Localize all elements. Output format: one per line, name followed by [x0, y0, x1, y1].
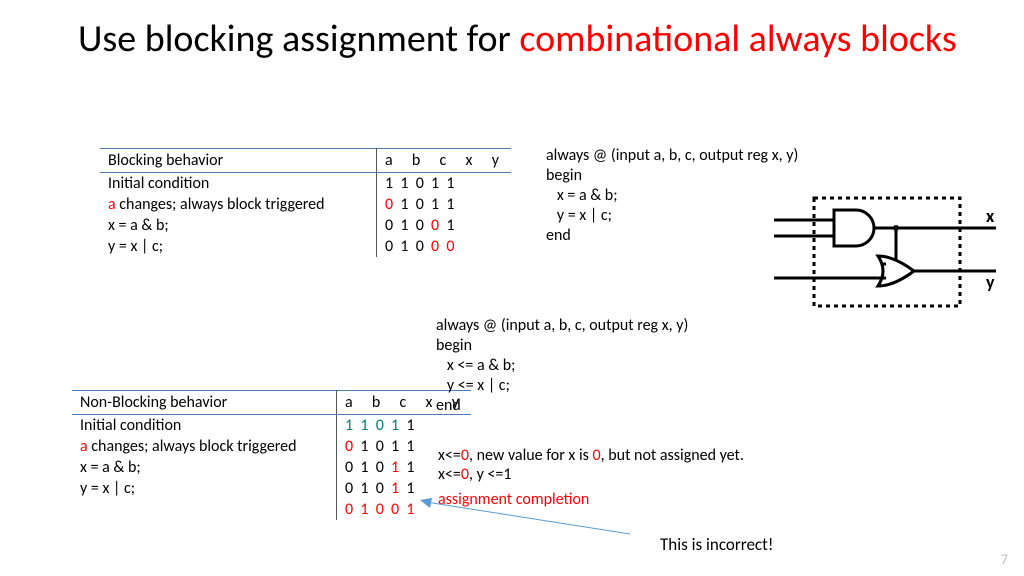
nonblocking-row: a changes; always block triggered0 1 0 1…: [72, 436, 471, 457]
page-number: 7: [1001, 551, 1008, 568]
code-blocking: always @ (input a, b, c, output reg x, y…: [546, 146, 798, 246]
nonblocking-row: y = x | c;0 1 0 1 1: [72, 478, 471, 499]
nonblocking-row-desc: a changes; always block triggered: [72, 436, 337, 457]
table1-header-cols: a b c x y: [377, 149, 511, 173]
blocking-row-vals: 0 1 0 0 1: [377, 215, 511, 236]
nonblocking-row-desc: x = a & b;: [72, 457, 337, 478]
blocking-row-desc: x = a & b;: [100, 215, 377, 236]
title-black: Use blocking assignment for: [78, 16, 519, 62]
nonblocking-table: Non-Blocking behavior a b c x y Initial …: [72, 390, 471, 520]
blocking-row: y = x | c;0 1 0 0 0: [100, 236, 511, 257]
slide-title: Use blocking assignment for combinationa…: [78, 18, 957, 62]
nonblocking-row-vals: 1 1 0 1 1: [337, 415, 471, 437]
nonblocking-row: 0 1 0 0 1: [72, 499, 471, 520]
blocking-row-vals: 1 1 0 1 1: [377, 173, 511, 195]
nonblocking-row-desc: Initial condition: [72, 415, 337, 437]
nonblocking-row: Initial condition1 1 0 1 1: [72, 415, 471, 437]
circuit-label-y: y: [986, 271, 995, 293]
blocking-row-vals: 0 1 0 0 0: [377, 236, 511, 257]
code-nonblocking: always @ (input a, b, c, output reg x, y…: [436, 316, 688, 416]
arrow-icon: [420, 498, 640, 538]
nonblocking-row-desc: [72, 499, 337, 520]
blocking-table: Blocking behavior a b c x y Initial cond…: [100, 148, 511, 257]
blocking-row: a changes; always block triggered0 1 0 1…: [100, 194, 511, 215]
note-x-new-value: x<=0, new value for x is 0, but not assi…: [438, 446, 744, 465]
logic-circuit-diagram: a b c x y: [774, 192, 998, 312]
blocking-row: Initial condition1 1 0 1 1: [100, 173, 511, 195]
blocking-row-desc: Initial condition: [100, 173, 377, 195]
incorrect-label: This is incorrect!: [660, 534, 773, 555]
title-red: combinational always blocks: [519, 16, 956, 62]
nonblocking-row-desc: y = x | c;: [72, 478, 337, 499]
nonblocking-row: x = a & b;0 1 0 1 1: [72, 457, 471, 478]
table2-header-desc: Non-Blocking behavior: [72, 391, 337, 415]
blocking-row-desc: y = x | c;: [100, 236, 377, 257]
circuit-label-x: x: [986, 205, 995, 227]
note-x-y: x<=0, y <=1: [438, 465, 512, 484]
blocking-row-desc: a changes; always block triggered: [100, 194, 377, 215]
blocking-row: x = a & b;0 1 0 0 1: [100, 215, 511, 236]
table1-header-desc: Blocking behavior: [100, 149, 377, 173]
blocking-row-vals: 0 1 0 1 1: [377, 194, 511, 215]
